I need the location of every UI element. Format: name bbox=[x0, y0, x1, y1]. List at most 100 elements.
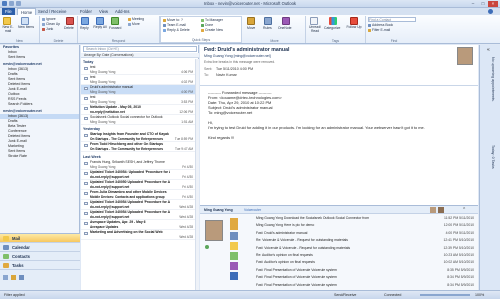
message-row[interactable]: Updated Ticket 340050 Uploaded 'Procedur… bbox=[81, 180, 199, 190]
people-thumb-1[interactable] bbox=[430, 207, 436, 213]
new-email-icon[interactable] bbox=[3, 17, 11, 25]
activity-row[interactable]: Ming Guang Yong Download the Socialsnek … bbox=[256, 215, 476, 222]
message-row[interactable]: test Ming Guang Yong 4:02 PM bbox=[81, 75, 199, 85]
follow-up-flag-icon[interactable] bbox=[350, 17, 358, 25]
add-contact-icon[interactable] bbox=[205, 245, 209, 249]
reply-icon[interactable] bbox=[81, 17, 89, 25]
categorize-button[interactable]: Categorize bbox=[324, 26, 340, 30]
activity-row[interactable]: Fwd: Final Presentation of Voicerule Voi… bbox=[256, 282, 476, 289]
message-row[interactable]: test Ming Guang Yong 4:06 PM bbox=[81, 65, 199, 75]
minimize-icon[interactable]: – bbox=[468, 1, 478, 7]
onenote-icon[interactable] bbox=[282, 17, 290, 25]
reply-button[interactable]: Reply bbox=[80, 26, 89, 30]
categorize-icon[interactable] bbox=[329, 17, 337, 25]
unread-read-button[interactable]: Unread/ Read bbox=[307, 25, 323, 33]
more-button[interactable]: More bbox=[128, 22, 140, 26]
mail-filter-icon[interactable] bbox=[230, 242, 238, 250]
notes-icon[interactable] bbox=[3, 275, 8, 280]
activity-row[interactable]: Fwd: Final Presentation of Voicerule Voi… bbox=[256, 267, 476, 274]
to-value[interactable]: Navin Kumar bbox=[216, 73, 237, 77]
people-name[interactable]: Ming Guang Yong bbox=[204, 208, 233, 212]
activity-row[interactable]: Re: Voicerule & Voicerule - Request for … bbox=[256, 237, 476, 244]
tab-view[interactable]: View bbox=[96, 8, 111, 15]
nav-contacts[interactable]: Contacts bbox=[0, 252, 80, 261]
activity-row[interactable]: Fwd: Final Presentation of Voicerule Voi… bbox=[256, 274, 476, 281]
message-row[interactable]: Socialsnek Outlook Social connector for … bbox=[81, 115, 199, 125]
status-updates-icon[interactable] bbox=[230, 272, 238, 280]
message-row[interactable]: Francis Hung, Srikanth SESH, and Jeffrey… bbox=[81, 160, 199, 170]
status-send-receive[interactable]: Send/Receive bbox=[334, 291, 356, 299]
tab-folder[interactable]: Folder bbox=[77, 8, 95, 15]
onenote-button[interactable]: OneNote bbox=[278, 26, 292, 30]
nav-tasks[interactable]: Tasks bbox=[0, 261, 80, 270]
quickstep-reply-delete[interactable]: Reply & Delete bbox=[163, 28, 190, 32]
forward-icon[interactable] bbox=[111, 17, 119, 25]
new-items-button[interactable]: New Items bbox=[18, 25, 34, 30]
people-tab-voicerouter[interactable]: Voicerouter bbox=[244, 208, 261, 212]
rules-button[interactable]: Rules bbox=[263, 26, 272, 30]
nav-mail[interactable]: Mail bbox=[0, 234, 80, 243]
activity-row[interactable]: Re: Auditor's opinion on final requests 1… bbox=[256, 252, 476, 259]
quickstep-to-manager[interactable]: To Manager bbox=[201, 18, 223, 22]
reply-all-button[interactable]: Reply All bbox=[93, 25, 107, 30]
message-notice[interactable]: Extra line breaks in this message were r… bbox=[204, 60, 275, 64]
maximize-icon[interactable]: □ bbox=[478, 1, 488, 7]
tab-send-receive[interactable]: Send / Receive bbox=[35, 8, 69, 15]
tab-file[interactable]: File bbox=[2, 8, 15, 15]
message-row[interactable]: Druid's administrator manual Ming Guang Y… bbox=[81, 85, 199, 95]
tab-add-ins[interactable]: Add-Ins bbox=[112, 8, 132, 15]
unread-read-icon[interactable] bbox=[310, 17, 318, 25]
activity-row[interactable]: Fwd: Voicerule & Voicerule - Request for… bbox=[256, 245, 476, 252]
group-header-yesterday[interactable]: Yesterday bbox=[83, 127, 100, 131]
move-icon[interactable] bbox=[247, 17, 255, 25]
activity-row[interactable]: Fwd: Druid's administrator manual 4:00 PM… bbox=[256, 230, 476, 237]
meetings-icon[interactable] bbox=[230, 262, 238, 270]
message-row[interactable]: test Ming Guang Yong 3:53 PM bbox=[81, 95, 199, 105]
attachments-icon[interactable] bbox=[230, 252, 238, 260]
folder-search-folders[interactable]: Search Folders bbox=[0, 102, 79, 107]
find-contact-input[interactable]: Find a Contact bbox=[368, 17, 416, 22]
clean-up-button[interactable]: Clean Up bbox=[42, 22, 60, 26]
activity-row[interactable]: Ming Guang Yong Here is pic for demo 12:0… bbox=[256, 222, 476, 229]
activities-icon[interactable] bbox=[230, 232, 238, 240]
help-icon[interactable] bbox=[488, 9, 493, 14]
message-row[interactable]: From Julia Dimambro and other Mobile Dev… bbox=[81, 190, 199, 200]
folder-list-icon[interactable] bbox=[11, 275, 16, 280]
message-row[interactable]: From Todd Hirschberg and other On Startu… bbox=[81, 142, 199, 152]
delete-button[interactable]: Delete bbox=[64, 26, 74, 30]
arrange-by-header[interactable]: Arrange By: Date (Conversations) bbox=[81, 53, 199, 58]
group-header-last-week[interactable]: Last Week bbox=[83, 155, 101, 159]
close-icon[interactable]: × bbox=[488, 1, 498, 7]
group-header-today[interactable]: Today bbox=[83, 60, 93, 64]
filter-email-button[interactable]: Filter E-mail bbox=[368, 28, 390, 32]
message-row[interactable]: Netlution Update - May 05, 2010 no-reply@… bbox=[81, 105, 199, 115]
quickstep-team-email[interactable]: Team E-mail bbox=[163, 23, 186, 27]
todo-expand-icon[interactable]: « bbox=[487, 47, 490, 53]
delete-icon[interactable] bbox=[66, 17, 74, 25]
ignore-button[interactable]: Ignore bbox=[42, 17, 56, 21]
rules-icon[interactable] bbox=[264, 17, 272, 25]
people-thumb-2[interactable] bbox=[438, 207, 444, 213]
tab-home[interactable]: Home bbox=[17, 8, 37, 15]
quickstep-done[interactable]: Done bbox=[201, 23, 213, 27]
message-row[interactable]: Avespace Updates, Apr. 29 - May 6 Avespac… bbox=[81, 220, 199, 230]
message-row[interactable]: Updated Ticket 340054 Uploaded 'Procedur… bbox=[81, 210, 199, 220]
new-email-button[interactable]: New E-mail bbox=[1, 25, 15, 33]
forward-button[interactable]: Forward bbox=[109, 26, 121, 30]
message-from[interactable]: Ming Guang Yong [ming@voicerouter.net] bbox=[204, 54, 271, 58]
junk-button[interactable]: Junk bbox=[42, 27, 53, 31]
message-row[interactable]: Startup Insights from Founder and CTO of… bbox=[81, 132, 199, 142]
todo-appointments[interactable]: No upcoming appointments. bbox=[491, 57, 495, 102]
quickstep-create-new[interactable]: Create New bbox=[201, 28, 223, 32]
fav-sent-items[interactable]: Sent Items bbox=[0, 55, 79, 60]
message-row[interactable]: Marketing and Advertising on the Social … bbox=[81, 230, 199, 240]
quickstep-move-to[interactable]: Move to: ? bbox=[163, 18, 183, 22]
move-button[interactable]: Move bbox=[247, 26, 255, 30]
nav-calendar[interactable]: Calendar bbox=[0, 243, 80, 252]
search-input[interactable]: Search Inbox (Ctrl+E) bbox=[83, 46, 197, 52]
meeting-button[interactable]: Meeting bbox=[128, 17, 144, 21]
todo-tasks[interactable]: Today: 0 Tasks bbox=[491, 145, 495, 169]
folder2-stroke-rate[interactable]: Stroke Rate bbox=[0, 154, 79, 159]
list-scrollbar[interactable] bbox=[195, 59, 199, 290]
message-row[interactable]: Updated Ticket 340054: Uploaded 'Procedu… bbox=[81, 170, 199, 180]
